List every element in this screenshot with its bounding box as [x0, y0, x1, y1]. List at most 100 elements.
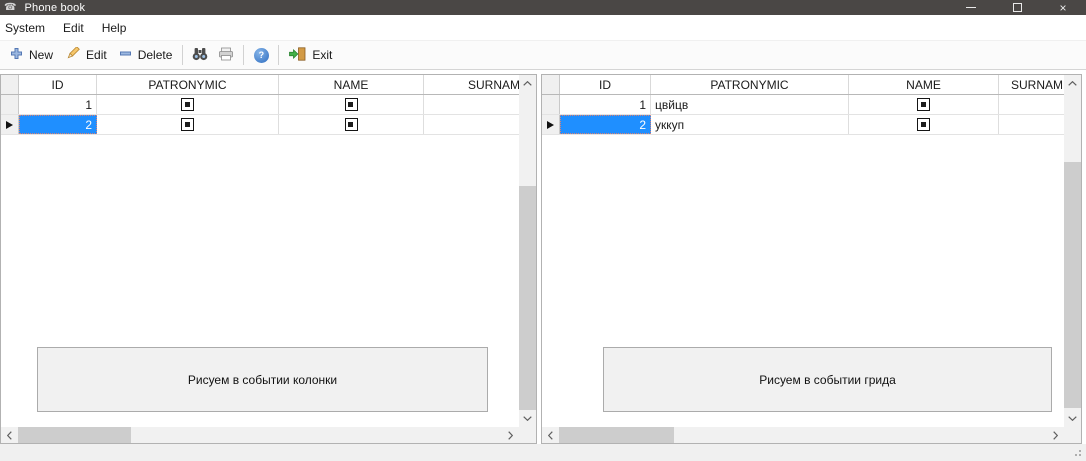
column-header-name[interactable]: NAME — [849, 75, 999, 94]
menu-help[interactable]: Help — [93, 15, 136, 40]
horizontal-scrollbar[interactable] — [542, 427, 1064, 443]
column-header-surname[interactable]: SURNAME — [424, 75, 519, 94]
row-indicator — [1, 115, 19, 134]
column-header-name[interactable]: NAME — [279, 75, 424, 94]
scroll-up-icon[interactable] — [519, 75, 536, 92]
cell-patronymic[interactable] — [97, 95, 279, 114]
scroll-left-icon[interactable] — [1, 427, 18, 443]
scroll-down-icon[interactable] — [1064, 410, 1081, 427]
left-grid-header: ID PATRONYMIC NAME SURNAME — [1, 75, 519, 95]
checkbox-filled-icon[interactable] — [181, 118, 194, 131]
column-header-patronymic[interactable]: PATRONYMIC — [97, 75, 279, 94]
column-header-patronymic[interactable]: PATRONYMIC — [651, 75, 849, 94]
find-button[interactable] — [187, 43, 213, 67]
cell-surname[interactable] — [999, 95, 1064, 114]
horizontal-scrollbar-thumb[interactable] — [18, 427, 131, 443]
left-grid: ID PATRONYMIC NAME SURNAME 1 2 Рисуем в … — [0, 74, 537, 444]
current-row-arrow-icon — [6, 121, 13, 129]
resize-grip[interactable] — [1079, 454, 1081, 456]
exit-button-label: Exit — [312, 48, 332, 62]
table-row: 2 — [1, 115, 519, 135]
current-row-arrow-icon — [547, 121, 554, 129]
scrollbar-corner — [519, 427, 536, 443]
delete-button-label: Delete — [138, 48, 173, 62]
cell-surname[interactable] — [424, 115, 519, 134]
new-button-label: New — [29, 48, 53, 62]
toolbar-separator — [278, 45, 279, 65]
printer-icon — [218, 47, 234, 64]
status-strip — [0, 444, 1086, 461]
help-icon: ? — [254, 48, 269, 63]
toolbar-separator — [182, 45, 183, 65]
minimize-icon — [966, 7, 976, 8]
delete-button[interactable]: Delete — [113, 43, 179, 67]
scroll-right-icon[interactable] — [502, 427, 519, 443]
cell-surname[interactable] — [999, 115, 1064, 134]
cell-id[interactable]: 1 — [560, 95, 651, 114]
scroll-right-icon[interactable] — [1047, 427, 1064, 443]
maximize-icon — [1013, 3, 1022, 12]
pencil-icon — [65, 47, 80, 64]
right-grid: ID PATRONYMIC NAME SURNAME 1 цвйцв 2 укк… — [541, 74, 1082, 444]
cell-name[interactable] — [279, 95, 424, 114]
vertical-scrollbar[interactable] — [1064, 75, 1081, 427]
menu-edit[interactable]: Edit — [54, 15, 93, 40]
help-button[interactable]: ? — [248, 43, 274, 67]
table-row: 1 цвйцв — [542, 95, 1064, 115]
scroll-up-icon[interactable] — [1064, 75, 1081, 92]
column-header-id[interactable]: ID — [560, 75, 651, 94]
table-row: 2 уккуп — [542, 115, 1064, 135]
exit-door-icon — [289, 47, 306, 64]
print-button[interactable] — [213, 43, 239, 67]
binoculars-icon — [192, 47, 208, 64]
scrollbar-corner — [1064, 427, 1081, 443]
cell-surname[interactable] — [424, 95, 519, 114]
cell-name[interactable] — [849, 115, 999, 134]
vertical-scrollbar-thumb[interactable] — [519, 186, 536, 410]
cell-id-selected[interactable]: 2 — [19, 115, 97, 134]
checkbox-filled-icon[interactable] — [345, 118, 358, 131]
edit-button[interactable]: Edit — [59, 43, 113, 67]
window-controls: × — [948, 0, 1086, 15]
draw-in-column-event-button[interactable]: Рисуем в событии колонки — [37, 347, 488, 412]
close-button[interactable]: × — [1040, 0, 1086, 15]
checkbox-filled-icon[interactable] — [181, 98, 194, 111]
checkbox-filled-icon[interactable] — [345, 98, 358, 111]
row-indicator — [542, 115, 560, 134]
horizontal-scrollbar-thumb[interactable] — [559, 427, 674, 443]
cell-patronymic[interactable] — [97, 115, 279, 134]
checkbox-filled-icon[interactable] — [917, 118, 930, 131]
row-indicator — [1, 95, 19, 114]
cell-patronymic[interactable]: цвйцв — [651, 95, 849, 114]
minimize-button[interactable] — [948, 0, 994, 15]
right-grid-header: ID PATRONYMIC NAME SURNAME — [542, 75, 1064, 95]
indicator-column-header — [542, 75, 560, 94]
horizontal-scrollbar[interactable] — [1, 427, 519, 443]
cell-name[interactable] — [279, 115, 424, 134]
vertical-scrollbar[interactable] — [519, 75, 536, 427]
table-row: 1 — [1, 95, 519, 115]
minus-icon — [119, 47, 132, 63]
cell-patronymic[interactable]: уккуп — [651, 115, 849, 134]
new-button[interactable]: New — [4, 43, 59, 67]
scroll-left-icon[interactable] — [542, 427, 559, 443]
cell-id[interactable]: 1 — [19, 95, 97, 114]
checkbox-filled-icon[interactable] — [917, 98, 930, 111]
edit-button-label: Edit — [86, 48, 107, 62]
cell-name[interactable] — [849, 95, 999, 114]
title-bar: ☎ Phone book × — [0, 0, 1086, 15]
exit-button[interactable]: Exit — [283, 43, 338, 67]
draw-in-grid-event-button[interactable]: Рисуем в событии грида — [603, 347, 1052, 412]
column-header-id[interactable]: ID — [19, 75, 97, 94]
maximize-button[interactable] — [994, 0, 1040, 15]
menu-bar: System Edit Help — [0, 15, 1086, 40]
scroll-down-icon[interactable] — [519, 410, 536, 427]
toolbar: New Edit Delete ? Exit — [0, 40, 1086, 70]
toolbar-separator — [243, 45, 244, 65]
cell-id-selected[interactable]: 2 — [560, 115, 651, 134]
vertical-scrollbar-thumb[interactable] — [1064, 162, 1081, 408]
app-window: ☎ Phone book × System Edit Help New Edit… — [0, 0, 1086, 461]
column-header-surname[interactable]: SURNAME — [999, 75, 1064, 94]
menu-system[interactable]: System — [0, 15, 54, 40]
plus-icon — [10, 47, 23, 63]
